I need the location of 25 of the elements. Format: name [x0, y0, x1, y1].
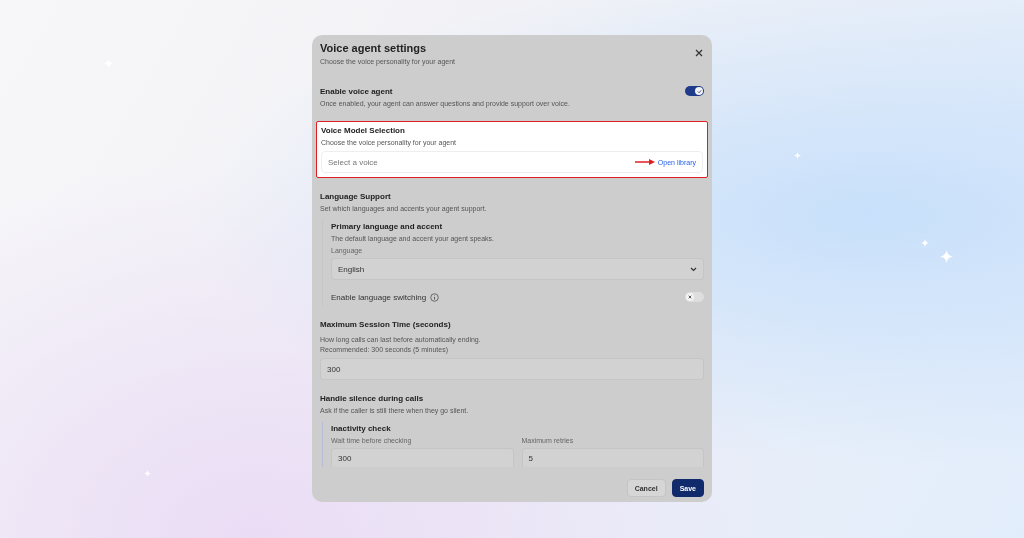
- toggle-switch[interactable]: [685, 292, 704, 303]
- subsection-title: Inactivity check: [331, 423, 392, 433]
- setting-label: Enable language switching: [331, 292, 427, 302]
- sparkle-icon: [921, 239, 929, 247]
- setting-label: Enable voice agent: [320, 86, 393, 96]
- arrow-icon: [634, 159, 655, 166]
- section-title: Voice Model Selection: [321, 125, 406, 135]
- check-icon: [696, 88, 702, 94]
- toggle-switch[interactable]: [685, 86, 704, 97]
- close-button[interactable]: [694, 48, 704, 58]
- chevron-icon: [690, 266, 697, 272]
- info-icon: [430, 292, 440, 302]
- dialog-title: Voice agent settings: [320, 42, 428, 54]
- sparkle-icon: [143, 469, 151, 477]
- number-field[interactable]: 5: [521, 447, 704, 467]
- section-title: Language Support: [320, 192, 392, 202]
- language-dropdown[interactable]: English: [331, 258, 704, 281]
- subsection-title: Primary language and accent: [331, 221, 444, 231]
- section-title: Handle silence during calls: [320, 394, 425, 404]
- x-icon: [688, 295, 692, 300]
- sparkle-icon: [793, 151, 801, 159]
- section-title: Maximum Session Time (seconds): [320, 320, 452, 330]
- session-time-field[interactable]: 300: [320, 358, 704, 381]
- sparkle-icon: [939, 249, 953, 263]
- number-field[interactable]: 300: [331, 447, 514, 467]
